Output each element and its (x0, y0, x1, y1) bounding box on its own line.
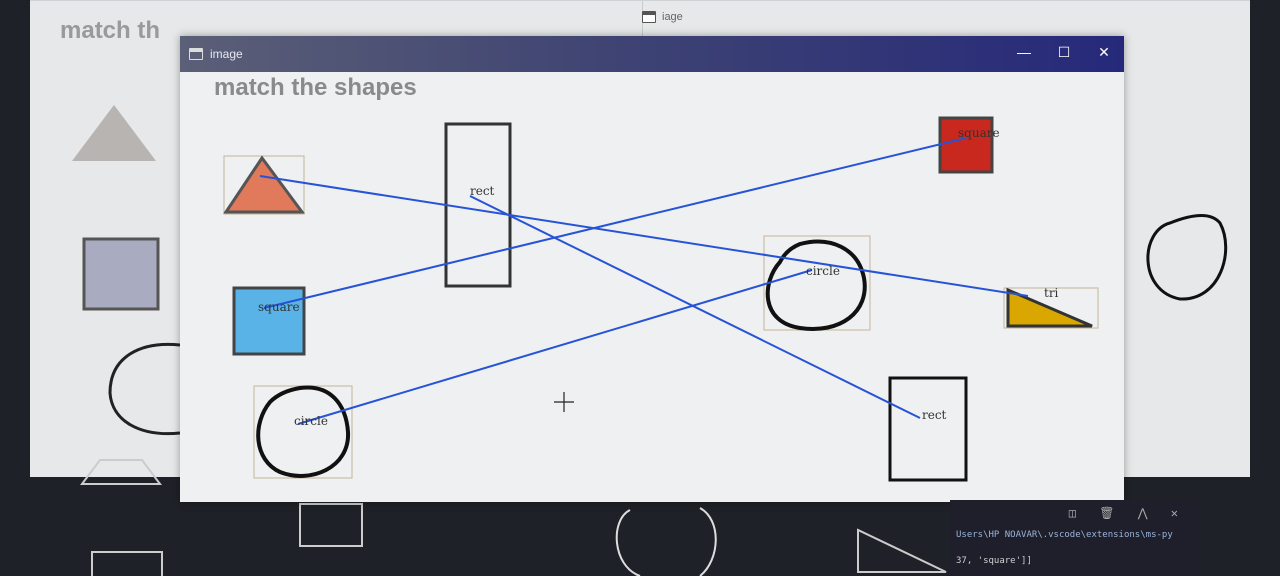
window-title-bar[interactable]: image — ☐ ✕ (180, 36, 1124, 72)
left-circle-label: circle (294, 414, 328, 428)
maximize-button[interactable]: ☐ (1056, 44, 1072, 61)
crosshair-cursor-icon (554, 392, 574, 412)
right-triangle-label: tri (1044, 286, 1059, 300)
right-circle-shape (765, 239, 867, 331)
bg-circle-shape (108, 342, 181, 436)
match-line-square (263, 137, 967, 309)
match-line-triangle (259, 175, 1029, 297)
bottom-triangle-shape (857, 528, 947, 573)
window-icon (189, 48, 203, 60)
right-rect-bbox (889, 377, 967, 481)
right-rect-label: rect (922, 408, 947, 422)
right-rect-shape (888, 376, 968, 482)
image-window[interactable]: image — ☐ ✕ match the shapes square circ… (180, 36, 1124, 502)
bottom-square-shape (91, 551, 163, 576)
terminal-toolbar-icons[interactable]: ◫ 🗑 ⋀ ✕ (1069, 506, 1186, 520)
window-controls: — ☐ ✕ (1016, 44, 1112, 61)
terminal-line: Users\HP NOAVAR\.vscode\extensions\ms-py (956, 530, 1173, 540)
terminal-line: 37, 'square']] (956, 556, 1032, 566)
terminal-panel[interactable]: ◫ 🗑 ⋀ ✕ Users\HP NOAVAR\.vscode\extensio… (950, 500, 1200, 576)
bg-square-shape (82, 237, 160, 311)
minimize-button[interactable]: — (1016, 44, 1032, 61)
bg-right-circle-shape (1146, 214, 1228, 301)
shape-canvas[interactable]: match the shapes square circle rect squa… (180, 72, 1124, 502)
bottom-circle-shape (615, 507, 717, 576)
match-line-circle (297, 269, 813, 425)
window-title: image (210, 47, 243, 61)
left-circle-shape (256, 385, 351, 478)
right-square-label: square (958, 126, 1000, 140)
match-line-rect (469, 195, 921, 419)
left-square-shape (232, 286, 306, 356)
middle-rect-label: rect (470, 184, 495, 198)
right-circle-label: circle (806, 264, 840, 278)
match-lines (259, 137, 1029, 425)
left-triangle-shape (223, 155, 305, 214)
bg-triangle-shape (72, 105, 156, 161)
left-square-label: square (258, 300, 300, 314)
close-button[interactable]: ✕ (1096, 44, 1112, 61)
bottom-rect-shape (299, 503, 363, 547)
